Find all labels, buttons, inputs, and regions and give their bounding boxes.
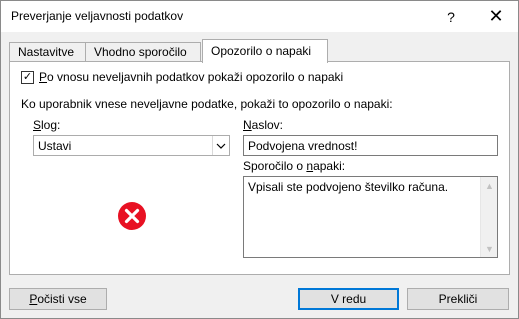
access-key-s: S [33,118,42,132]
title-label: Naslov: [243,118,283,132]
show-error-alert-checkbox[interactable]: ✓ [21,70,34,84]
tab-settings[interactable]: Nastavitve [9,42,86,62]
cancel-label: Prekliči [438,292,478,306]
cancel-button[interactable]: Prekliči [407,288,509,310]
show-error-alert-label-text: o vnosu neveljavnih podatkov pokaži opoz… [47,70,344,84]
tab-input-message[interactable]: Vhodno sporočilo [85,42,201,62]
error-message-label-pre: Sporočilo o [243,159,307,173]
style-label: Slog: [33,118,60,132]
chevron-down-icon[interactable] [212,136,229,155]
scroll-down-icon[interactable]: ▼ [481,240,498,257]
tab-error-alert[interactable]: Opozorilo o napaki [202,39,328,63]
title-bar: Preverjanje veljavnosti podatkov ? ✕ [1,1,518,32]
ok-label: V redu [330,292,367,306]
error-stop-icon [117,201,147,234]
help-button[interactable]: ? [433,1,469,32]
error-message-label-rest: apaki: [313,159,346,173]
scroll-up-icon[interactable]: ▲ [481,177,498,194]
dialog-title: Preverjanje veljavnosti podatkov [11,9,184,23]
title-input-value: Podvojena vrednost! [248,139,358,153]
access-key-clear: P [29,292,38,306]
error-message-textarea[interactable]: Vpisali ste podvojeno številko računa. ▲… [243,176,498,258]
style-dropdown-value: Ustavi [38,139,72,153]
clear-all-label: očisti vse [37,292,87,306]
checkmark-icon: ✓ [22,70,33,83]
style-label-text: log: [41,118,61,132]
close-button[interactable]: ✕ [478,1,514,32]
error-message-value: Vpisali ste podvojeno številko računa. [248,180,449,194]
close-icon: ✕ [488,6,504,26]
style-dropdown[interactable]: Ustavi [33,135,230,156]
ok-button[interactable]: V redu [298,288,399,310]
help-icon: ? [447,8,455,25]
title-label-text: aslov: [251,118,284,132]
clear-all-button[interactable]: Počisti vse [9,288,107,310]
show-error-alert-label: Po vnosu neveljavnih podatkov pokaži opo… [39,70,343,84]
access-key-n: N [243,118,252,132]
error-message-label: Sporočilo o napaki: [243,159,345,173]
vertical-scrollbar[interactable]: ▲ ▼ [480,177,497,257]
data-validation-dialog: Preverjanje veljavnosti podatkov ? ✕ Nas… [0,0,519,319]
show-error-alert-option[interactable]: ✓ Po vnosu neveljavnih podatkov pokaži o… [21,70,343,84]
section-label: Ko uporabnik vnese neveljavne podatke, p… [21,97,393,111]
tab-panel-error-alert: ✓ Po vnosu neveljavnih podatkov pokaži o… [9,61,510,275]
title-input[interactable]: Podvojena vrednost! [243,135,498,156]
access-key-p: P [39,70,48,84]
